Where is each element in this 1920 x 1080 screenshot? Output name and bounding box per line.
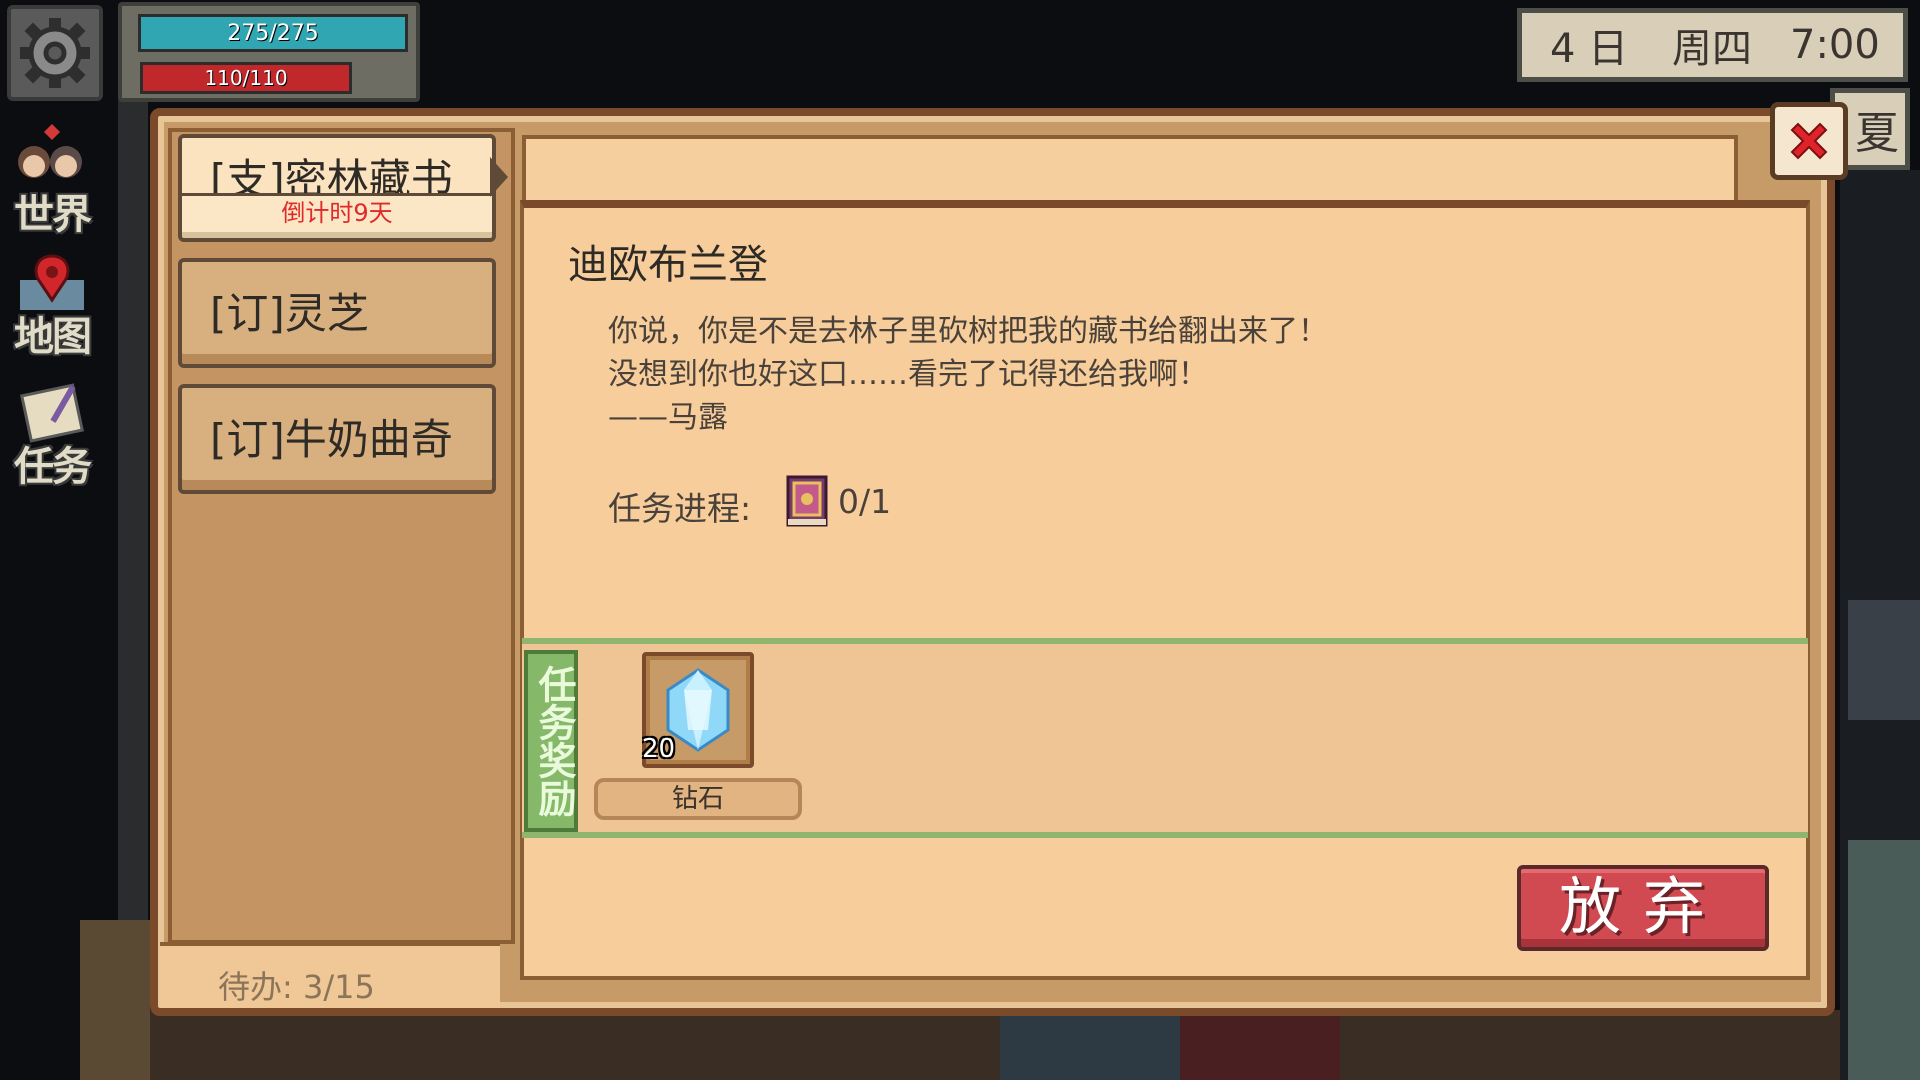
book-icon: [786, 475, 828, 527]
settings-button[interactable]: [7, 5, 103, 101]
quest-description-line: 你说，你是不是去林子里砍树把我的藏书给翻出来了！: [608, 314, 1328, 349]
quest-countdown: 倒计时9天: [182, 193, 492, 232]
quest-giver-name: 迪欧布兰登: [568, 242, 768, 288]
date-time-panel: 4 日 周四 7:00: [1517, 8, 1908, 82]
date-day: 4 日: [1550, 26, 1629, 72]
quest-title: [订]牛奶曲奇: [210, 415, 453, 464]
quest-title: [订]灵芝: [210, 289, 369, 338]
progress-value: 0/1: [838, 482, 892, 521]
season-label: 夏: [1855, 108, 1899, 159]
quest-description-line: ——马露: [608, 400, 728, 435]
health-bar: 275/275: [138, 14, 408, 52]
quest-description: 你说，你是不是去林子里砍树把我的藏书给翻出来了！ 没想到你也好这口……看完了记得…: [608, 310, 1328, 439]
quest-item[interactable]: [订]牛奶曲奇: [178, 384, 496, 494]
sidebar-item-label: 地图: [14, 314, 92, 360]
sidebar-item-label: 世界: [14, 192, 92, 238]
sidebar-item-world[interactable]: 世界: [6, 120, 98, 240]
quest-list-panel: [168, 128, 515, 944]
active-quest-arrow: [490, 157, 508, 197]
reward-count: 20: [642, 734, 676, 764]
close-button[interactable]: [1770, 102, 1848, 180]
reward-tag: 任务奖励: [524, 650, 578, 832]
reward-name: 钻石: [594, 778, 802, 820]
quest-item-active[interactable]: [支]密林藏书 倒计时9天: [178, 134, 496, 242]
gear-icon: [20, 18, 90, 88]
detail-header-bar: [522, 135, 1738, 205]
sidebar-item-map[interactable]: 地图: [6, 250, 98, 360]
close-icon: [1790, 122, 1828, 160]
date-weekday: 周四: [1672, 26, 1752, 72]
date-time: 7:00: [1790, 22, 1880, 68]
sidebar-item-quest[interactable]: 任务: [6, 380, 98, 490]
energy-bar: 110/110: [140, 62, 352, 94]
abandon-quest-button[interactable]: 放弃: [1517, 865, 1769, 951]
quest-description-line: 没想到你也好这口……看完了记得还给我啊！: [608, 357, 1208, 392]
quest-item[interactable]: [订]灵芝: [178, 258, 496, 368]
sidebar-item-label: 任务: [14, 444, 92, 490]
pending-count: 待办: 3/15: [218, 968, 375, 1006]
progress-label: 任务进程:: [608, 489, 752, 528]
